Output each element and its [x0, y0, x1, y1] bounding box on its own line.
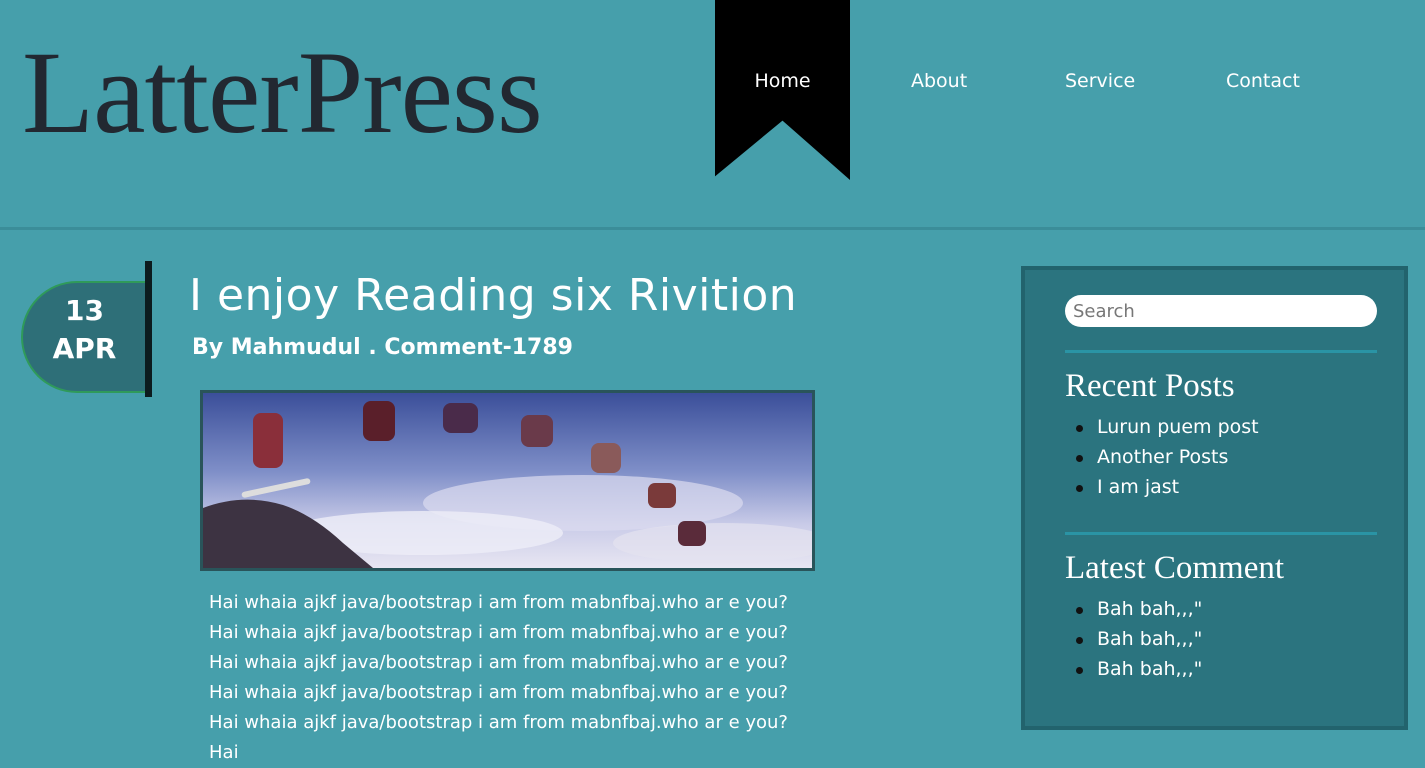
search-input[interactable]	[1065, 295, 1377, 327]
latest-comment-item[interactable]: Bah bah,,,"	[1075, 594, 1202, 624]
header-divider	[0, 227, 1425, 230]
sidebar-divider	[1065, 350, 1377, 353]
nav-home-link[interactable]: Home	[715, 70, 850, 92]
recent-post-item[interactable]: Lurun puem post	[1076, 412, 1259, 442]
latest-comments-list: Bah bah,,," Bah bah,,," Bah bah,,,"	[1065, 594, 1202, 684]
post-date-badge: 13 APR	[21, 281, 146, 393]
recent-post-item[interactable]: I am jast	[1076, 472, 1259, 502]
snowboard-sequence-image	[203, 393, 812, 568]
sidebar-divider	[1065, 532, 1377, 535]
post-meta: By Mahmudul . Comment-1789	[192, 335, 573, 360]
post-title[interactable]: I enjoy Reading six Rivition	[189, 271, 797, 320]
recent-posts-list: Lurun puem post Another Posts I am jast	[1065, 412, 1259, 502]
recent-posts-heading: Recent Posts	[1065, 368, 1235, 404]
site-logo[interactable]: LatterPress	[22, 34, 543, 152]
recent-post-item[interactable]: Another Posts	[1076, 442, 1259, 472]
sidebar: Recent Posts Lurun puem post Another Pos…	[1021, 266, 1408, 730]
post-body-text: Hai whaia ajkf java/bootstrap i am from …	[209, 592, 788, 763]
latest-comment-heading: Latest Comment	[1065, 550, 1285, 586]
nav-about-link[interactable]: About	[911, 70, 967, 92]
nav-contact-link[interactable]: Contact	[1226, 70, 1300, 92]
date-badge-bar	[145, 261, 152, 397]
post-featured-image	[200, 390, 815, 571]
latest-comment-item[interactable]: Bah bah,,,"	[1075, 624, 1202, 654]
nav-service-link[interactable]: Service	[1065, 70, 1135, 92]
post-date-day: 13	[65, 294, 104, 327]
post-date-month: APR	[52, 332, 117, 365]
latest-comment-item[interactable]: Bah bah,,,"	[1075, 654, 1202, 684]
